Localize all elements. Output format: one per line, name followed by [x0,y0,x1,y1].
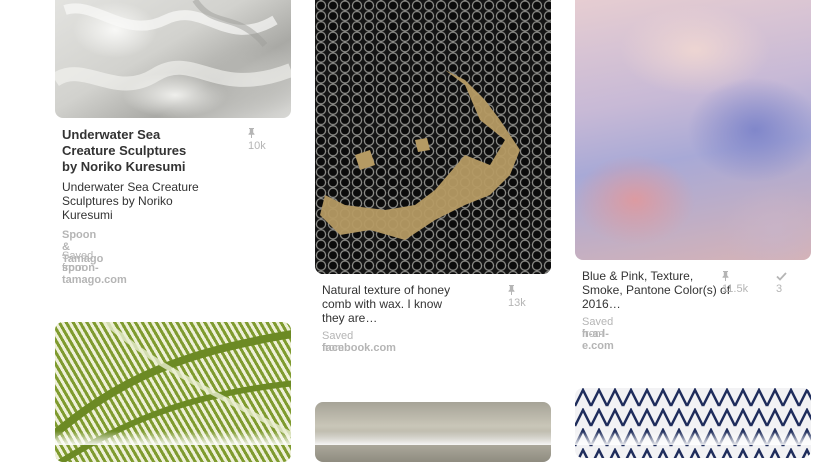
chevron-pattern [575,388,811,458]
checkmark-icon [776,272,787,281]
pin-description-line: comb with wax. I know [322,297,443,311]
pin-image-smoke[interactable] [575,0,811,260]
pushpin-icon [722,271,729,281]
honeycomb-pattern [315,0,551,274]
pin-description: Natural texture of honey comb with wax. … [322,283,482,325]
like-count: 3 [776,271,790,295]
pin-title-line: by Noriko Kuresumi [62,159,186,174]
pin-image-honeycomb[interactable] [315,0,551,274]
pushpin-icon [248,128,255,138]
source-link[interactable]: h-a-l-e.com [582,328,614,352]
pushpin-icon [508,285,515,295]
pin-description-line: 2016… [582,297,621,311]
repin-count: 10k [248,128,266,152]
source-link[interactable]: spoon-tamago.com [62,262,127,286]
pin-title-line: Underwater Sea [62,127,161,142]
source-link[interactable]: facebook.com [322,342,396,354]
pin-image-sculpture[interactable] [55,0,291,118]
pin-description-line: Underwater Sea Creature [62,180,199,194]
pin-description-line: Kuresumi [62,208,113,222]
repin-count: 11.5k [722,271,748,295]
pin-description-line: Natural texture of honey [322,283,451,297]
pin-title[interactable]: Underwater Sea Creature Sculptures by No… [62,127,222,175]
repin-count-value: 10k [248,140,266,152]
sculpture-shapes [55,0,291,91]
repin-count-value: 13k [508,297,526,309]
pin-description-line: Blue & Pink, Texture, [582,269,694,283]
like-count-value: 3 [776,283,783,295]
pin-description-line: Sculptures by Noriko [62,194,173,208]
pin-description: Underwater Sea Creature Sculptures by No… [62,180,222,222]
pin-description-line: Smoke, Pantone Color(s) of [582,283,731,297]
pin-description-line: they are… [322,311,378,325]
bottom-fade [0,431,824,445]
pin-description: Blue & Pink, Texture, Smoke, Pantone Col… [582,269,742,311]
pin-title-line: Creature Sculptures [62,143,187,158]
pin-image-chevron[interactable] [575,388,811,458]
repin-count-value: 11.5k [722,283,749,295]
repin-count: 13k [508,285,526,309]
